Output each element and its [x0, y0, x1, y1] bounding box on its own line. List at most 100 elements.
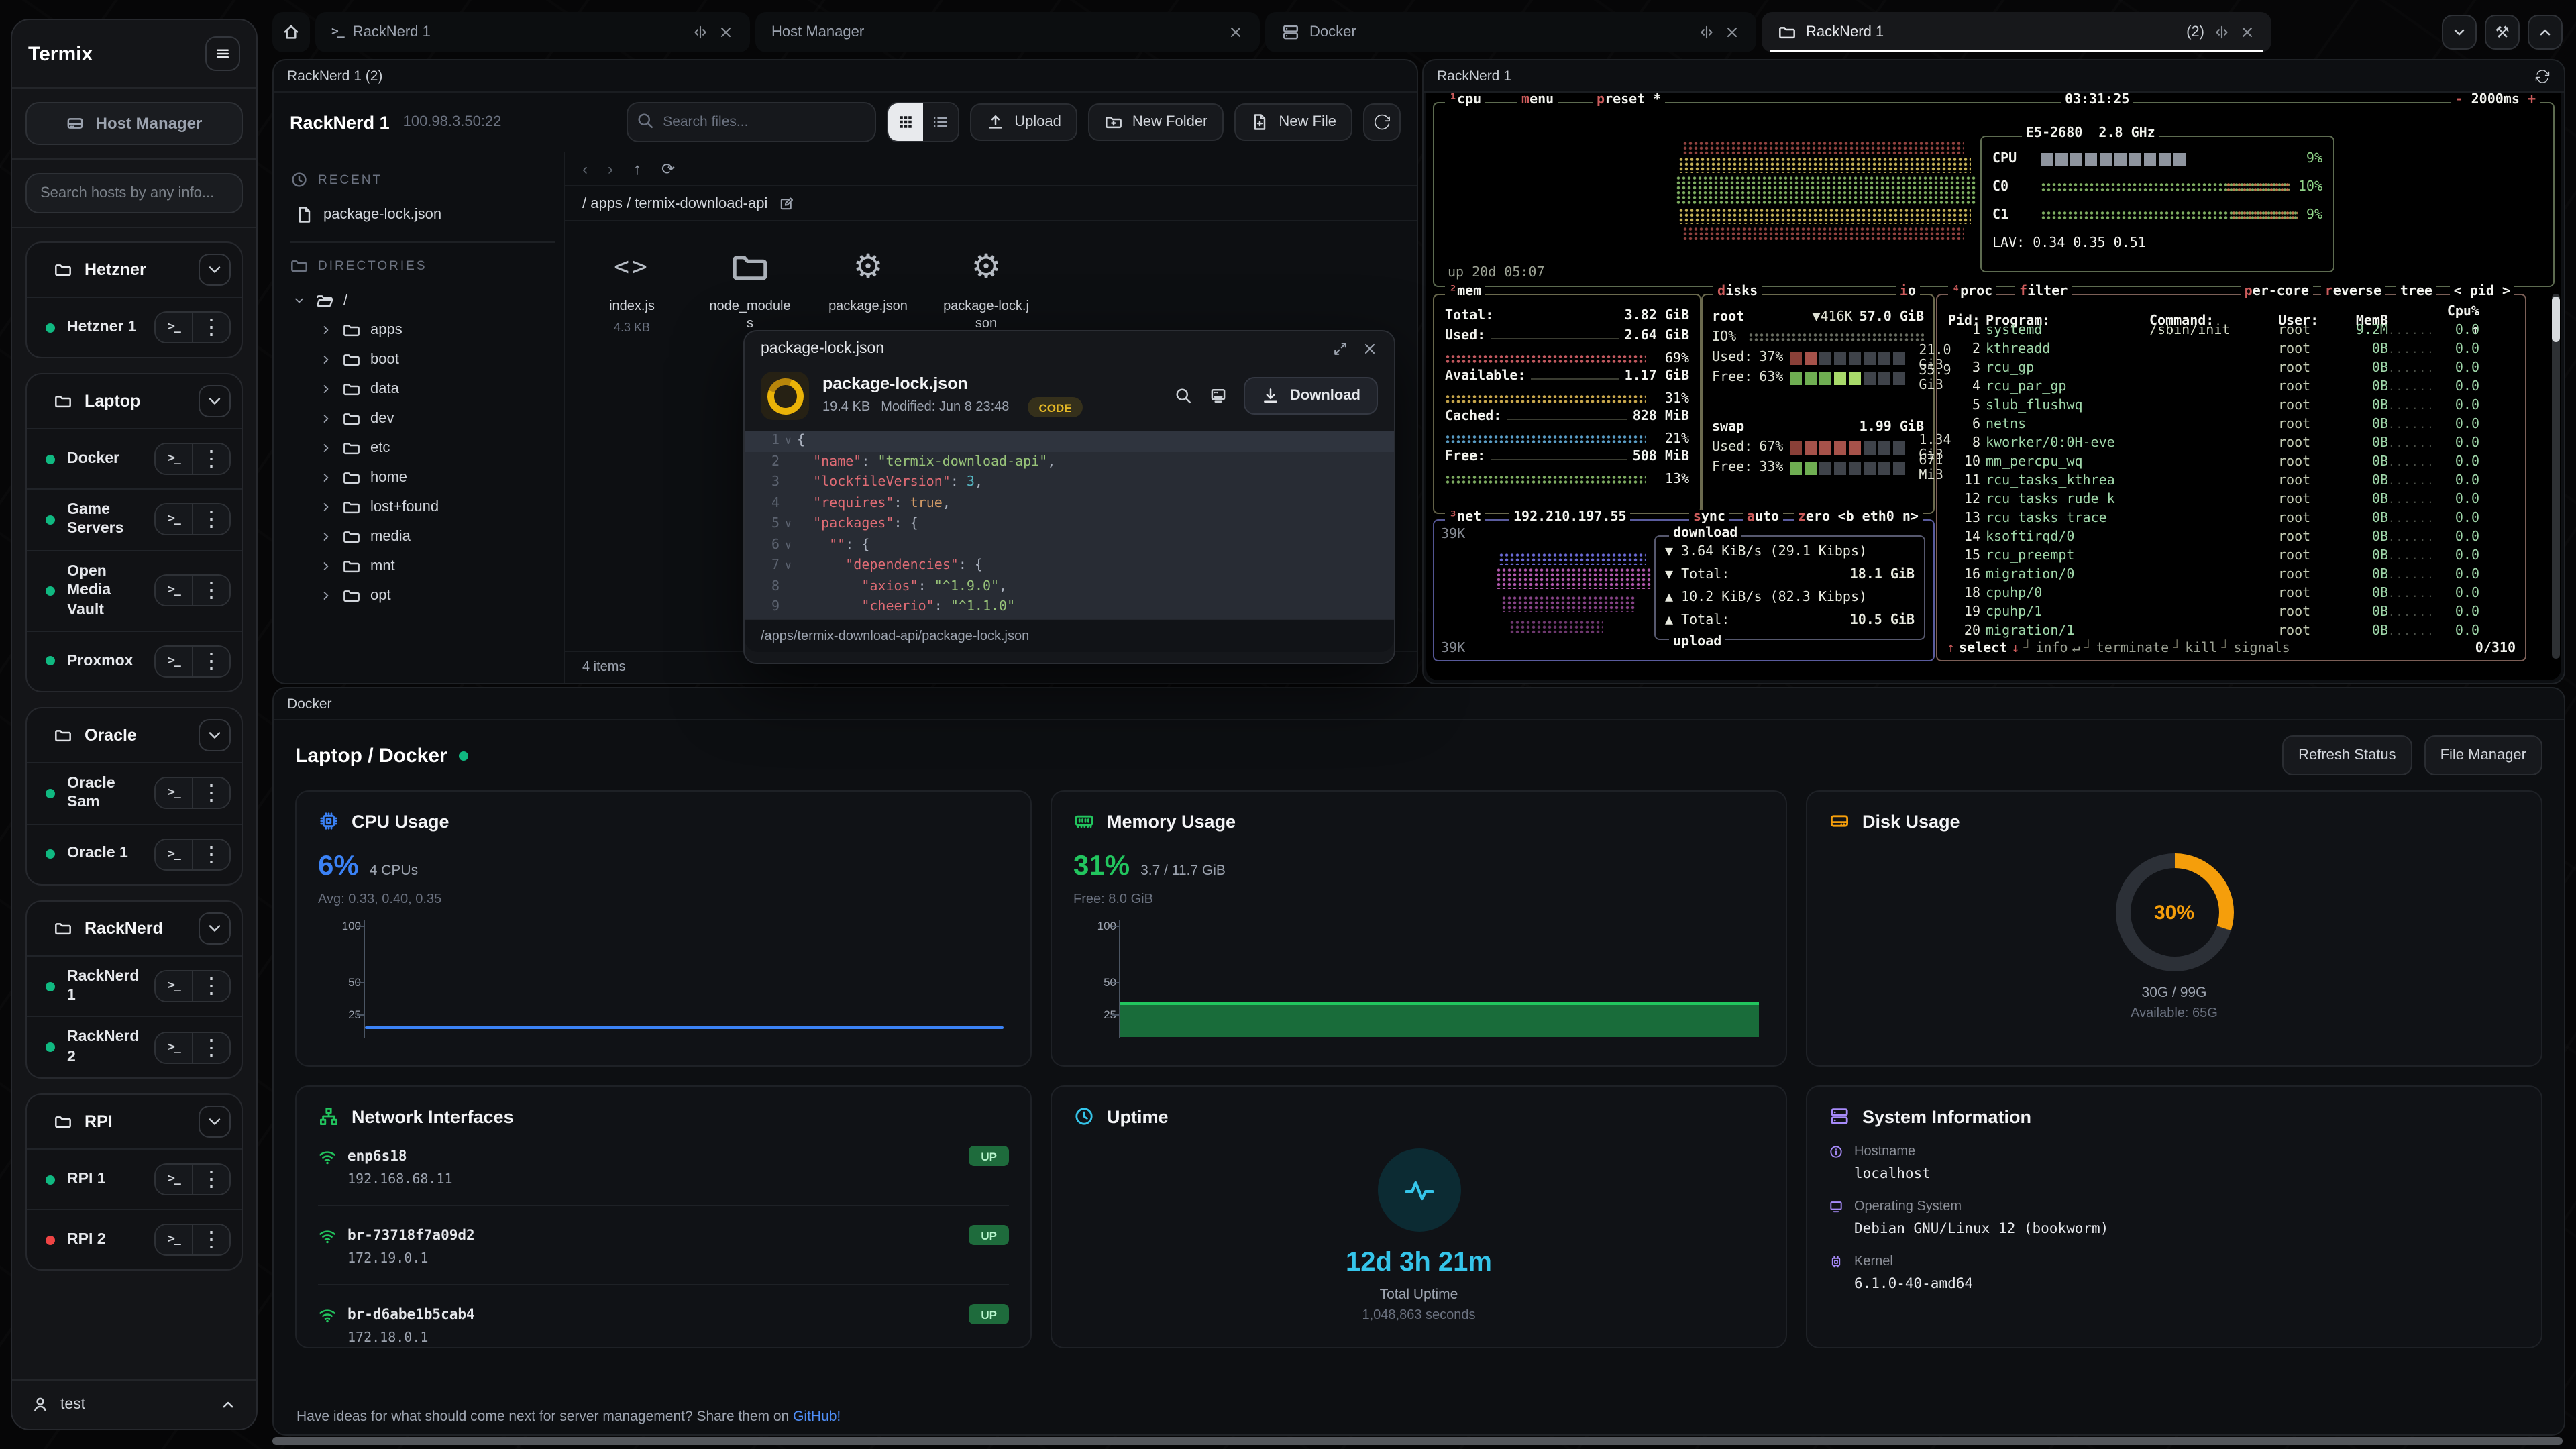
btop-terminal[interactable]: ¹cpu menu preset * 03:31:25 - 2000ms + E… — [1426, 93, 2561, 680]
file-item-package-json[interactable]: ⚙package.json — [825, 243, 911, 316]
tree-item-boot[interactable]: boot — [290, 345, 555, 374]
host-item-proxmox[interactable]: Proxmox>_⋮ — [27, 631, 241, 691]
tab-docker[interactable]: Docker — [1265, 12, 1756, 52]
tab-racknerd-1[interactable]: >_RackNerd 1 — [315, 12, 750, 52]
open-in-editor-icon[interactable] — [1210, 386, 1228, 405]
process-row[interactable]: 8kworker/0:0H-everoot0B.........0.0 — [1937, 435, 2525, 453]
horizontal-scrollbar[interactable] — [272, 1437, 2563, 1445]
process-row[interactable]: 15rcu_preemptroot0B.........0.0 — [1937, 547, 2525, 566]
btop-menu-label[interactable]: menu — [1517, 93, 1558, 107]
group-collapse-button[interactable] — [199, 719, 231, 751]
process-row[interactable]: 10mm_percpu_wqroot0B.........0.0 — [1937, 453, 2525, 472]
group-header[interactable]: RPI — [27, 1095, 241, 1148]
host-item-hetzner-1[interactable]: Hetzner 1>_⋮ — [27, 297, 241, 357]
proc-percore-label[interactable]: per-core — [2241, 284, 2313, 299]
tree-item-apps[interactable]: apps — [290, 315, 555, 345]
open-terminal-button[interactable]: >_ — [156, 444, 192, 474]
list-view-button[interactable] — [923, 103, 958, 141]
github-link[interactable]: GitHub! — [793, 1409, 841, 1425]
host-item-oracle-1[interactable]: Oracle 1>_⋮ — [27, 823, 241, 883]
new-file-button[interactable]: New File — [1234, 103, 1352, 141]
open-terminal-button[interactable]: >_ — [156, 647, 192, 676]
tab-host-manager[interactable]: Host Manager — [755, 12, 1260, 52]
tree-item-opt[interactable]: opt — [290, 581, 555, 610]
net-sync-label[interactable]: sync — [1689, 510, 1729, 525]
host-menu-button[interactable]: ⋮ — [192, 971, 229, 1001]
process-row[interactable]: 4rcu_par_gproot0B.........0.0 — [1937, 378, 2525, 397]
file-item-index-js[interactable]: <>index.js4.3 KB — [589, 243, 675, 333]
nav-forward-button[interactable]: › — [608, 159, 613, 178]
close-modal-icon[interactable] — [1362, 341, 1378, 357]
host-menu-button[interactable]: ⋮ — [192, 576, 229, 606]
process-row[interactable]: 6netnsroot0B.........0.0 — [1937, 416, 2525, 435]
group-collapse-button[interactable] — [199, 1106, 231, 1138]
group-collapse-button[interactable] — [199, 254, 231, 286]
process-row[interactable]: 19cpuhp/1root0B.........0.0 — [1937, 604, 2525, 623]
group-collapse-button[interactable] — [199, 912, 231, 944]
sidebar-menu-button[interactable] — [205, 36, 240, 71]
process-row[interactable]: 14ksoftirqd/0root0B.........0.0 — [1937, 529, 2525, 547]
refresh-files-button[interactable] — [1363, 103, 1401, 141]
net-zero-label[interactable]: zero — [1794, 510, 1834, 525]
open-terminal-button[interactable]: >_ — [156, 1165, 192, 1194]
process-row[interactable]: 2kthreaddroot0B.........0.0 — [1937, 341, 2525, 360]
host-item-docker[interactable]: Docker>_⋮ — [27, 428, 241, 488]
host-menu-button[interactable]: ⋮ — [192, 839, 229, 869]
proc-tree-label[interactable]: tree — [2396, 284, 2436, 299]
grid-view-button[interactable] — [888, 103, 923, 141]
nav-back-button[interactable]: ‹ — [582, 159, 588, 178]
tree-item-lost-found[interactable]: lost+found — [290, 492, 555, 522]
refresh-status-button[interactable]: Refresh Status — [2282, 735, 2412, 775]
proc-reverse-label[interactable]: reverse — [2321, 284, 2385, 299]
tools-button[interactable]: ⚒ — [2485, 15, 2520, 50]
file-item-node-modules[interactable]: node_modules — [707, 243, 793, 333]
tree-item-mnt[interactable]: mnt — [290, 551, 555, 581]
process-row[interactable]: 13rcu_tasks_trace_root0B.........0.0 — [1937, 510, 2525, 529]
host-menu-button[interactable]: ⋮ — [192, 779, 229, 808]
host-menu-button[interactable]: ⋮ — [192, 444, 229, 474]
host-menu-button[interactable]: ⋮ — [192, 1033, 229, 1063]
host-manager-button[interactable]: Host Manager — [25, 102, 243, 145]
process-row[interactable]: 11rcu_tasks_kthrearoot0B.........0.0 — [1937, 472, 2525, 491]
recent-file-item[interactable]: package-lock.json — [290, 200, 555, 229]
host-item-oracle-sam[interactable]: Oracle Sam>_⋮ — [27, 762, 241, 824]
group-header[interactable]: Oracle — [27, 708, 241, 762]
edit-path-icon[interactable] — [778, 195, 794, 211]
group-header[interactable]: RackNerd — [27, 901, 241, 955]
process-row[interactable]: 12rcu_tasks_rude_kroot0B.........0.0 — [1937, 491, 2525, 510]
user-menu[interactable]: test — [12, 1379, 256, 1429]
tree-item-media[interactable]: media — [290, 522, 555, 551]
code-preview[interactable]: 1∨{2 "name": "termix-download-api",3 "lo… — [745, 431, 1394, 619]
group-collapse-button[interactable] — [199, 385, 231, 417]
docker-file-manager-button[interactable]: File Manager — [2424, 735, 2542, 775]
process-list[interactable]: 1systemd/sbin/initroot9.2M.........0.02k… — [1937, 322, 2525, 641]
sync-panel-icon[interactable] — [2534, 68, 2551, 84]
process-row[interactable]: 18cpuhp/0root0B.........0.0 — [1937, 585, 2525, 604]
tree-root-item[interactable]: / — [290, 286, 555, 315]
download-button[interactable]: Download — [1244, 377, 1378, 415]
expand-icon[interactable] — [1332, 341, 1348, 357]
process-row[interactable]: 3rcu_gproot0B.........0.0 — [1937, 360, 2525, 378]
host-menu-button[interactable]: ⋮ — [192, 505, 229, 535]
open-terminal-button[interactable]: >_ — [156, 971, 192, 1001]
open-terminal-button[interactable]: >_ — [156, 1033, 192, 1063]
host-menu-button[interactable]: ⋮ — [192, 647, 229, 676]
new-folder-button[interactable]: New Folder — [1088, 103, 1224, 141]
tree-item-data[interactable]: data — [290, 374, 555, 404]
nav-up-button[interactable]: ↑ — [633, 159, 641, 178]
host-item-rpi-2[interactable]: RPI 2>_⋮ — [27, 1209, 241, 1269]
group-header[interactable]: Hetzner — [27, 243, 241, 297]
tree-item-etc[interactable]: etc — [290, 433, 555, 463]
host-item-racknerd-1[interactable]: RackNerd 1>_⋮ — [27, 955, 241, 1016]
search-in-file-icon[interactable] — [1175, 386, 1193, 405]
process-row[interactable]: 5slub_flushwqroot0B.........0.0 — [1937, 397, 2525, 416]
upload-button[interactable]: Upload — [970, 103, 1077, 141]
host-item-racknerd-2[interactable]: RackNerd 2>_⋮ — [27, 1016, 241, 1078]
open-terminal-button[interactable]: >_ — [156, 505, 192, 535]
tabs-scroll-down-button[interactable] — [2442, 15, 2477, 50]
breadcrumb[interactable]: / apps / termix-download-api — [582, 195, 767, 211]
open-terminal-button[interactable]: >_ — [156, 779, 192, 808]
host-menu-button[interactable]: ⋮ — [192, 313, 229, 342]
host-menu-button[interactable]: ⋮ — [192, 1225, 229, 1254]
host-item-game-servers[interactable]: Game Servers>_⋮ — [27, 488, 241, 550]
